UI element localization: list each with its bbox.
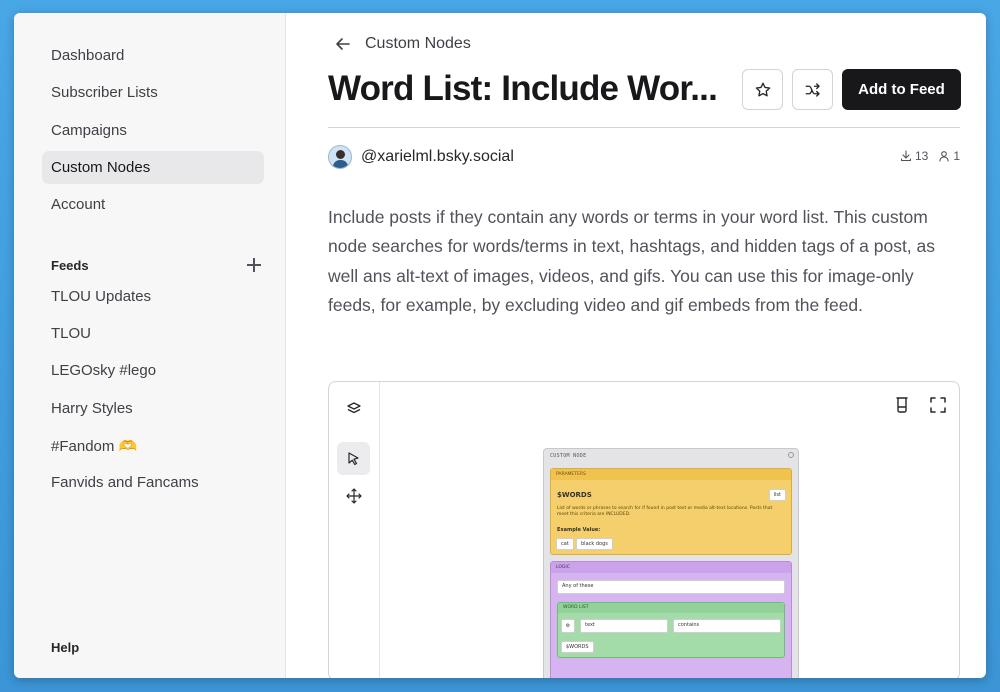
- feeds-header: Feeds: [51, 255, 261, 275]
- downloads-count: 13: [914, 149, 929, 163]
- nav-account[interactable]: Account: [42, 188, 264, 221]
- help-link[interactable]: Help: [51, 640, 79, 655]
- field-select[interactable]: text: [580, 619, 668, 633]
- custom-node-card[interactable]: CUSTOM NODE PARAMETERS $WORDS list List …: [543, 448, 799, 678]
- favorite-button[interactable]: [742, 69, 783, 110]
- value-chip: $WORDS: [561, 641, 594, 653]
- page-title: Word List: Include Wor...: [328, 69, 718, 108]
- node-description: Include posts if they contain any words …: [328, 207, 936, 315]
- example-chip: black dogs: [576, 538, 613, 550]
- add-to-feed-button[interactable]: Add to Feed: [842, 69, 961, 110]
- parameters-section: PARAMETERS $WORDS list List of words or …: [550, 468, 792, 555]
- layers-icon: [346, 401, 361, 413]
- download-icon: [900, 150, 912, 162]
- select-tool-button[interactable]: [337, 442, 370, 475]
- node-title: CUSTOM NODE: [550, 453, 587, 459]
- add-feed-icon[interactable]: [247, 258, 261, 272]
- node-handle-icon: [788, 452, 794, 458]
- downloads-stat: 13: [900, 149, 928, 163]
- nav-dashboard[interactable]: Dashboard: [42, 39, 264, 72]
- users-stat: 1: [938, 149, 960, 163]
- example-chip: cat: [556, 538, 574, 550]
- nav-subscriber-lists[interactable]: Subscriber Lists: [42, 76, 264, 109]
- app-window: Dashboard Subscriber Lists Campaigns Cus…: [14, 13, 986, 678]
- pan-tool-button[interactable]: [337, 479, 370, 512]
- node-stats: 13 1: [900, 149, 960, 163]
- shuffle-icon: [805, 82, 820, 97]
- remix-button[interactable]: [792, 69, 833, 110]
- word-list-block: WORD LIST ⚙ text contains $WORDS: [557, 602, 785, 658]
- logic-mode-select[interactable]: Any of these: [557, 580, 785, 594]
- node-canvas[interactable]: CUSTOM NODE PARAMETERS $WORDS list List …: [328, 381, 960, 678]
- param-description: List of words or phrases to search for i…: [557, 506, 773, 517]
- feed-item[interactable]: LEGOsky #lego: [42, 354, 264, 387]
- feed-item[interactable]: TLOU Updates: [42, 280, 264, 313]
- nav-campaigns[interactable]: Campaigns: [42, 114, 264, 147]
- parameters-label: PARAMETERS: [551, 469, 791, 480]
- user-icon: [939, 151, 950, 162]
- cursor-icon: [347, 451, 359, 465]
- feed-item[interactable]: Fanvids and Fancams: [42, 466, 264, 499]
- operator-select[interactable]: contains: [673, 619, 781, 633]
- nav-custom-nodes[interactable]: Custom Nodes: [42, 151, 264, 184]
- feed-item[interactable]: #Fandom 🫶: [42, 429, 264, 462]
- glass-icon[interactable]: [893, 396, 911, 414]
- fullscreen-icon[interactable]: [929, 396, 947, 414]
- feed-item[interactable]: Harry Styles: [42, 392, 264, 425]
- feeds-label: Feeds: [51, 257, 89, 273]
- logic-section: LOGIC Any of these WORD LIST ⚙ text cont…: [550, 561, 792, 678]
- param-type: list: [768, 489, 786, 501]
- canvas-toolbar: [329, 382, 380, 678]
- example-label: Example Value:: [557, 527, 601, 533]
- param-name: $WORDS: [557, 491, 592, 499]
- breadcrumb[interactable]: Custom Nodes: [335, 33, 471, 55]
- breadcrumb-label[interactable]: Custom Nodes: [365, 35, 471, 53]
- word-list-label: WORD LIST: [558, 603, 784, 613]
- avatar: [328, 145, 352, 169]
- star-icon: [755, 82, 770, 96]
- feed-item[interactable]: TLOU: [42, 317, 264, 350]
- layers-button[interactable]: [337, 392, 370, 425]
- main-content: Custom Nodes Word List: Include Wor... A…: [286, 13, 986, 678]
- author-handle[interactable]: @xarielml.bsky.social: [361, 148, 514, 166]
- sidebar: Dashboard Subscriber Lists Campaigns Cus…: [14, 13, 286, 678]
- logic-label: LOGIC: [551, 562, 791, 573]
- settings-icon[interactable]: ⚙: [561, 619, 575, 633]
- author-row[interactable]: @xarielml.bsky.social: [328, 145, 514, 169]
- canvas-view-tools: [893, 396, 947, 414]
- divider: [328, 127, 960, 128]
- move-icon: [345, 487, 362, 504]
- back-arrow-icon[interactable]: [335, 36, 351, 52]
- users-count: 1: [953, 149, 960, 163]
